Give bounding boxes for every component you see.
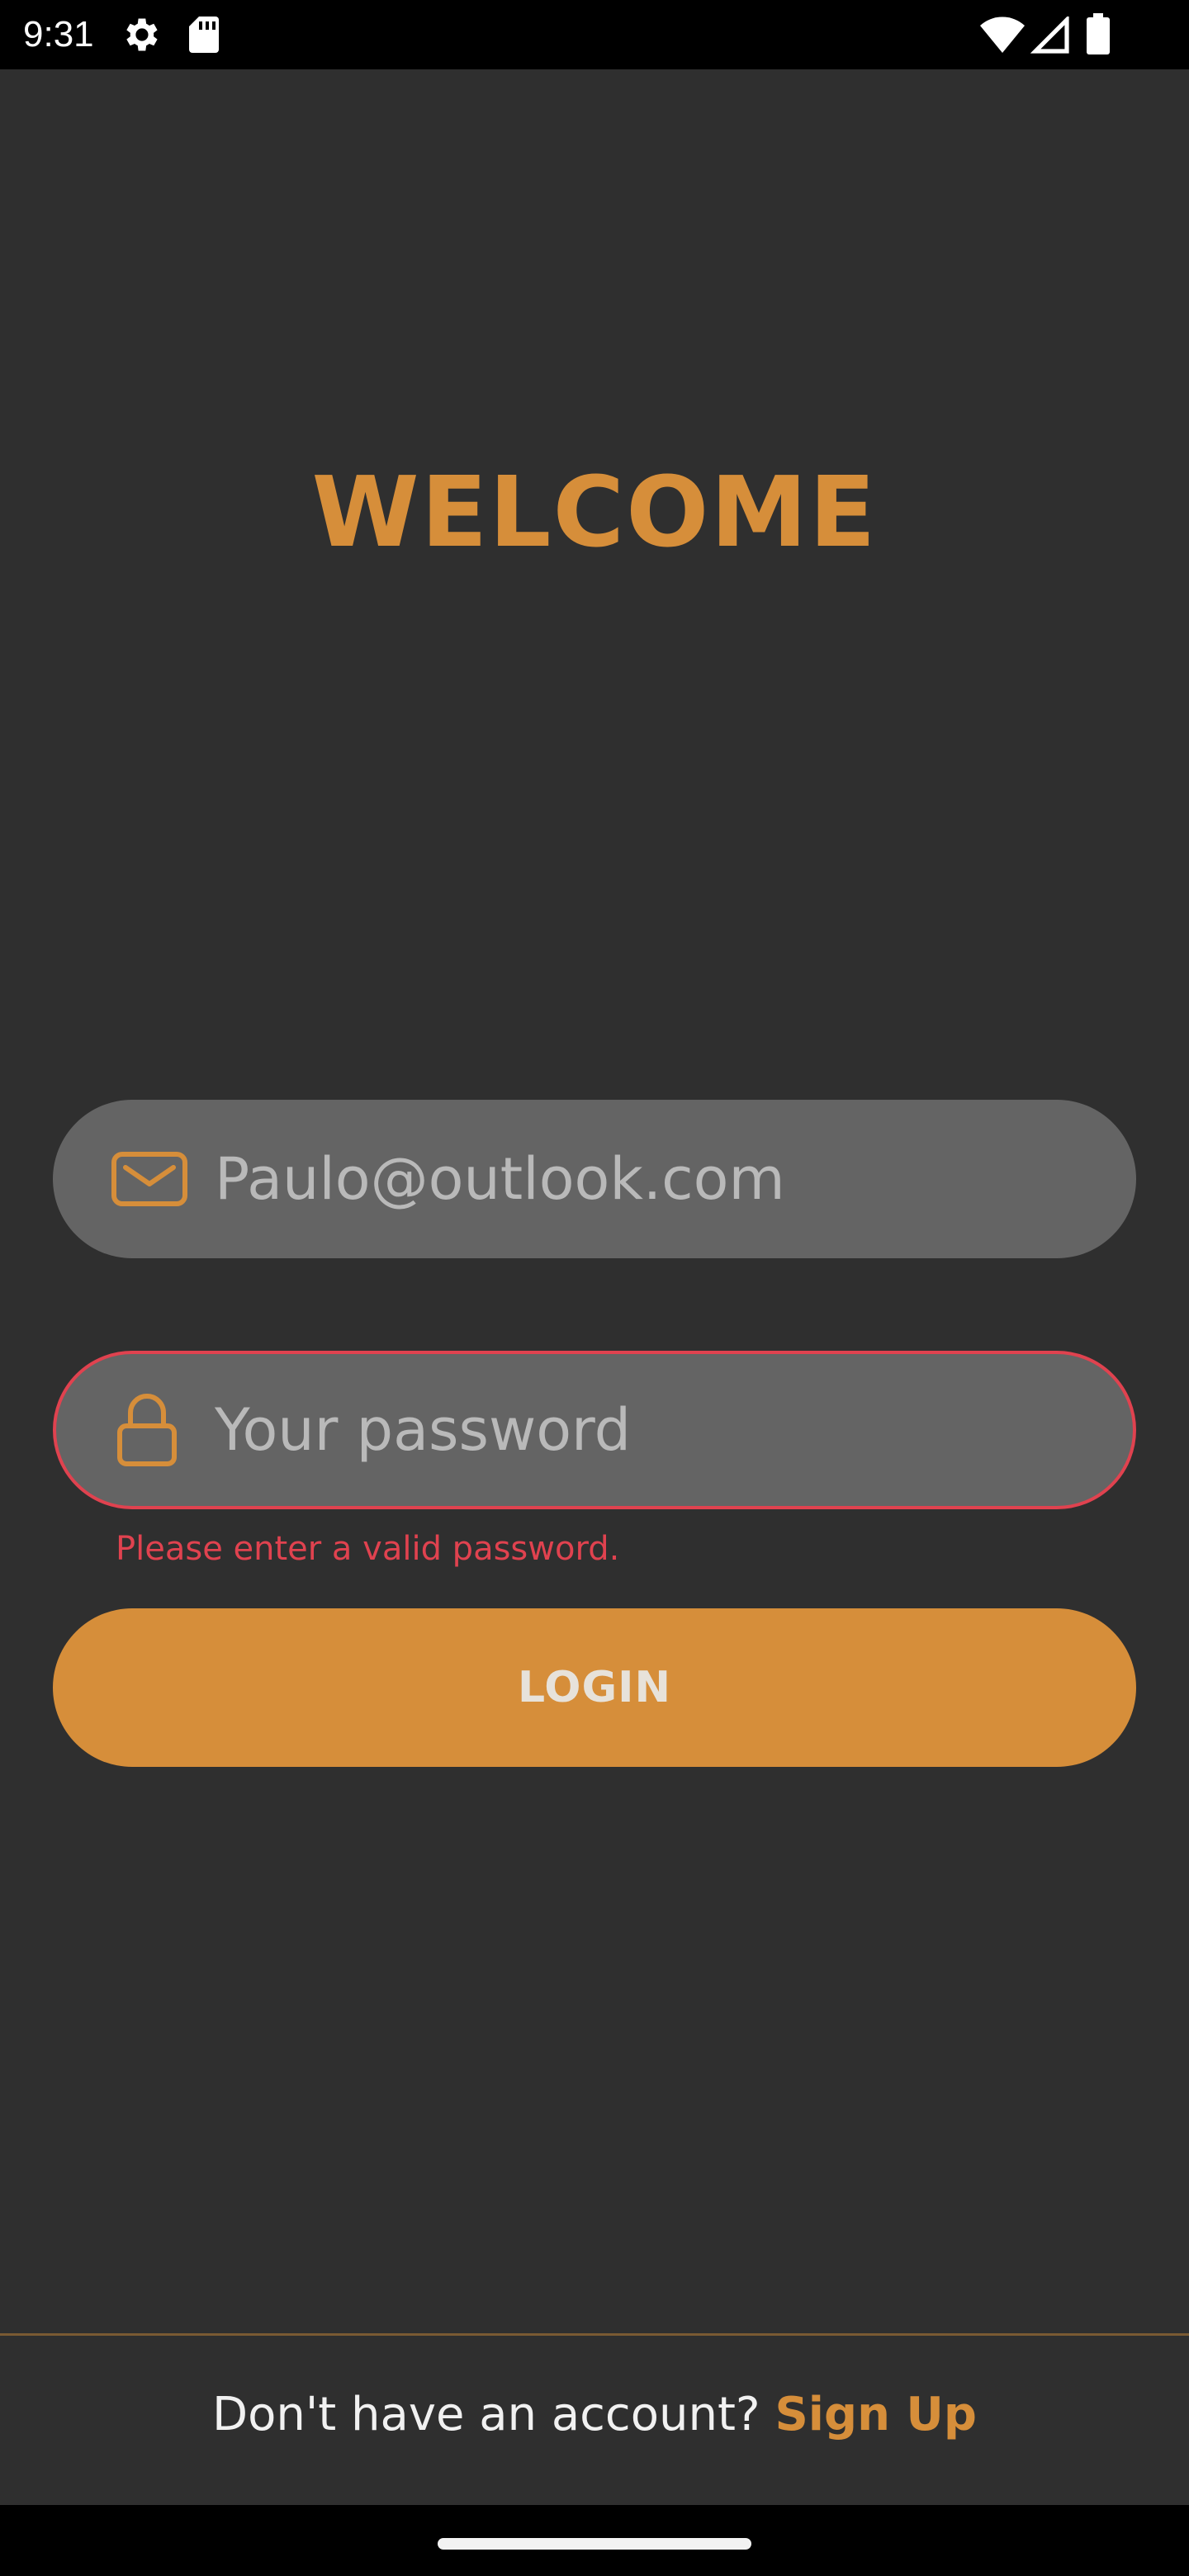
status-time: 9:31 (23, 14, 94, 54)
footer: Don't have an account? Sign Up (0, 2336, 1189, 2505)
password-field[interactable]: Your password (53, 1351, 1136, 1509)
navigation-bar (0, 2505, 1189, 2576)
password-placeholder: Your password (215, 1396, 632, 1464)
battery-icon (1087, 13, 1110, 54)
email-field[interactable]: Paulo@outlook.com (53, 1100, 1136, 1258)
lock-icon (117, 1394, 177, 1466)
signup-link[interactable]: Sign Up (775, 2388, 977, 2441)
login-button[interactable]: LOGIN (53, 1608, 1136, 1767)
signup-prompt: Don't have an account? (211, 2388, 775, 2441)
signup-prompt-line: Don't have an account? Sign Up (0, 2385, 1189, 2445)
page-title: WELCOME (311, 455, 878, 569)
settings-icon (126, 18, 158, 51)
password-error-message: Please enter a valid password. (116, 1530, 620, 1568)
wifi-icon (980, 17, 1025, 53)
sd-card-icon (189, 17, 219, 53)
mail-icon (111, 1152, 187, 1206)
cellular-signal-icon (1030, 17, 1069, 54)
home-gesture-handle[interactable] (438, 2538, 751, 2550)
status-bar: 9:31 (0, 0, 1189, 69)
email-value: Paulo@outlook.com (215, 1145, 785, 1213)
